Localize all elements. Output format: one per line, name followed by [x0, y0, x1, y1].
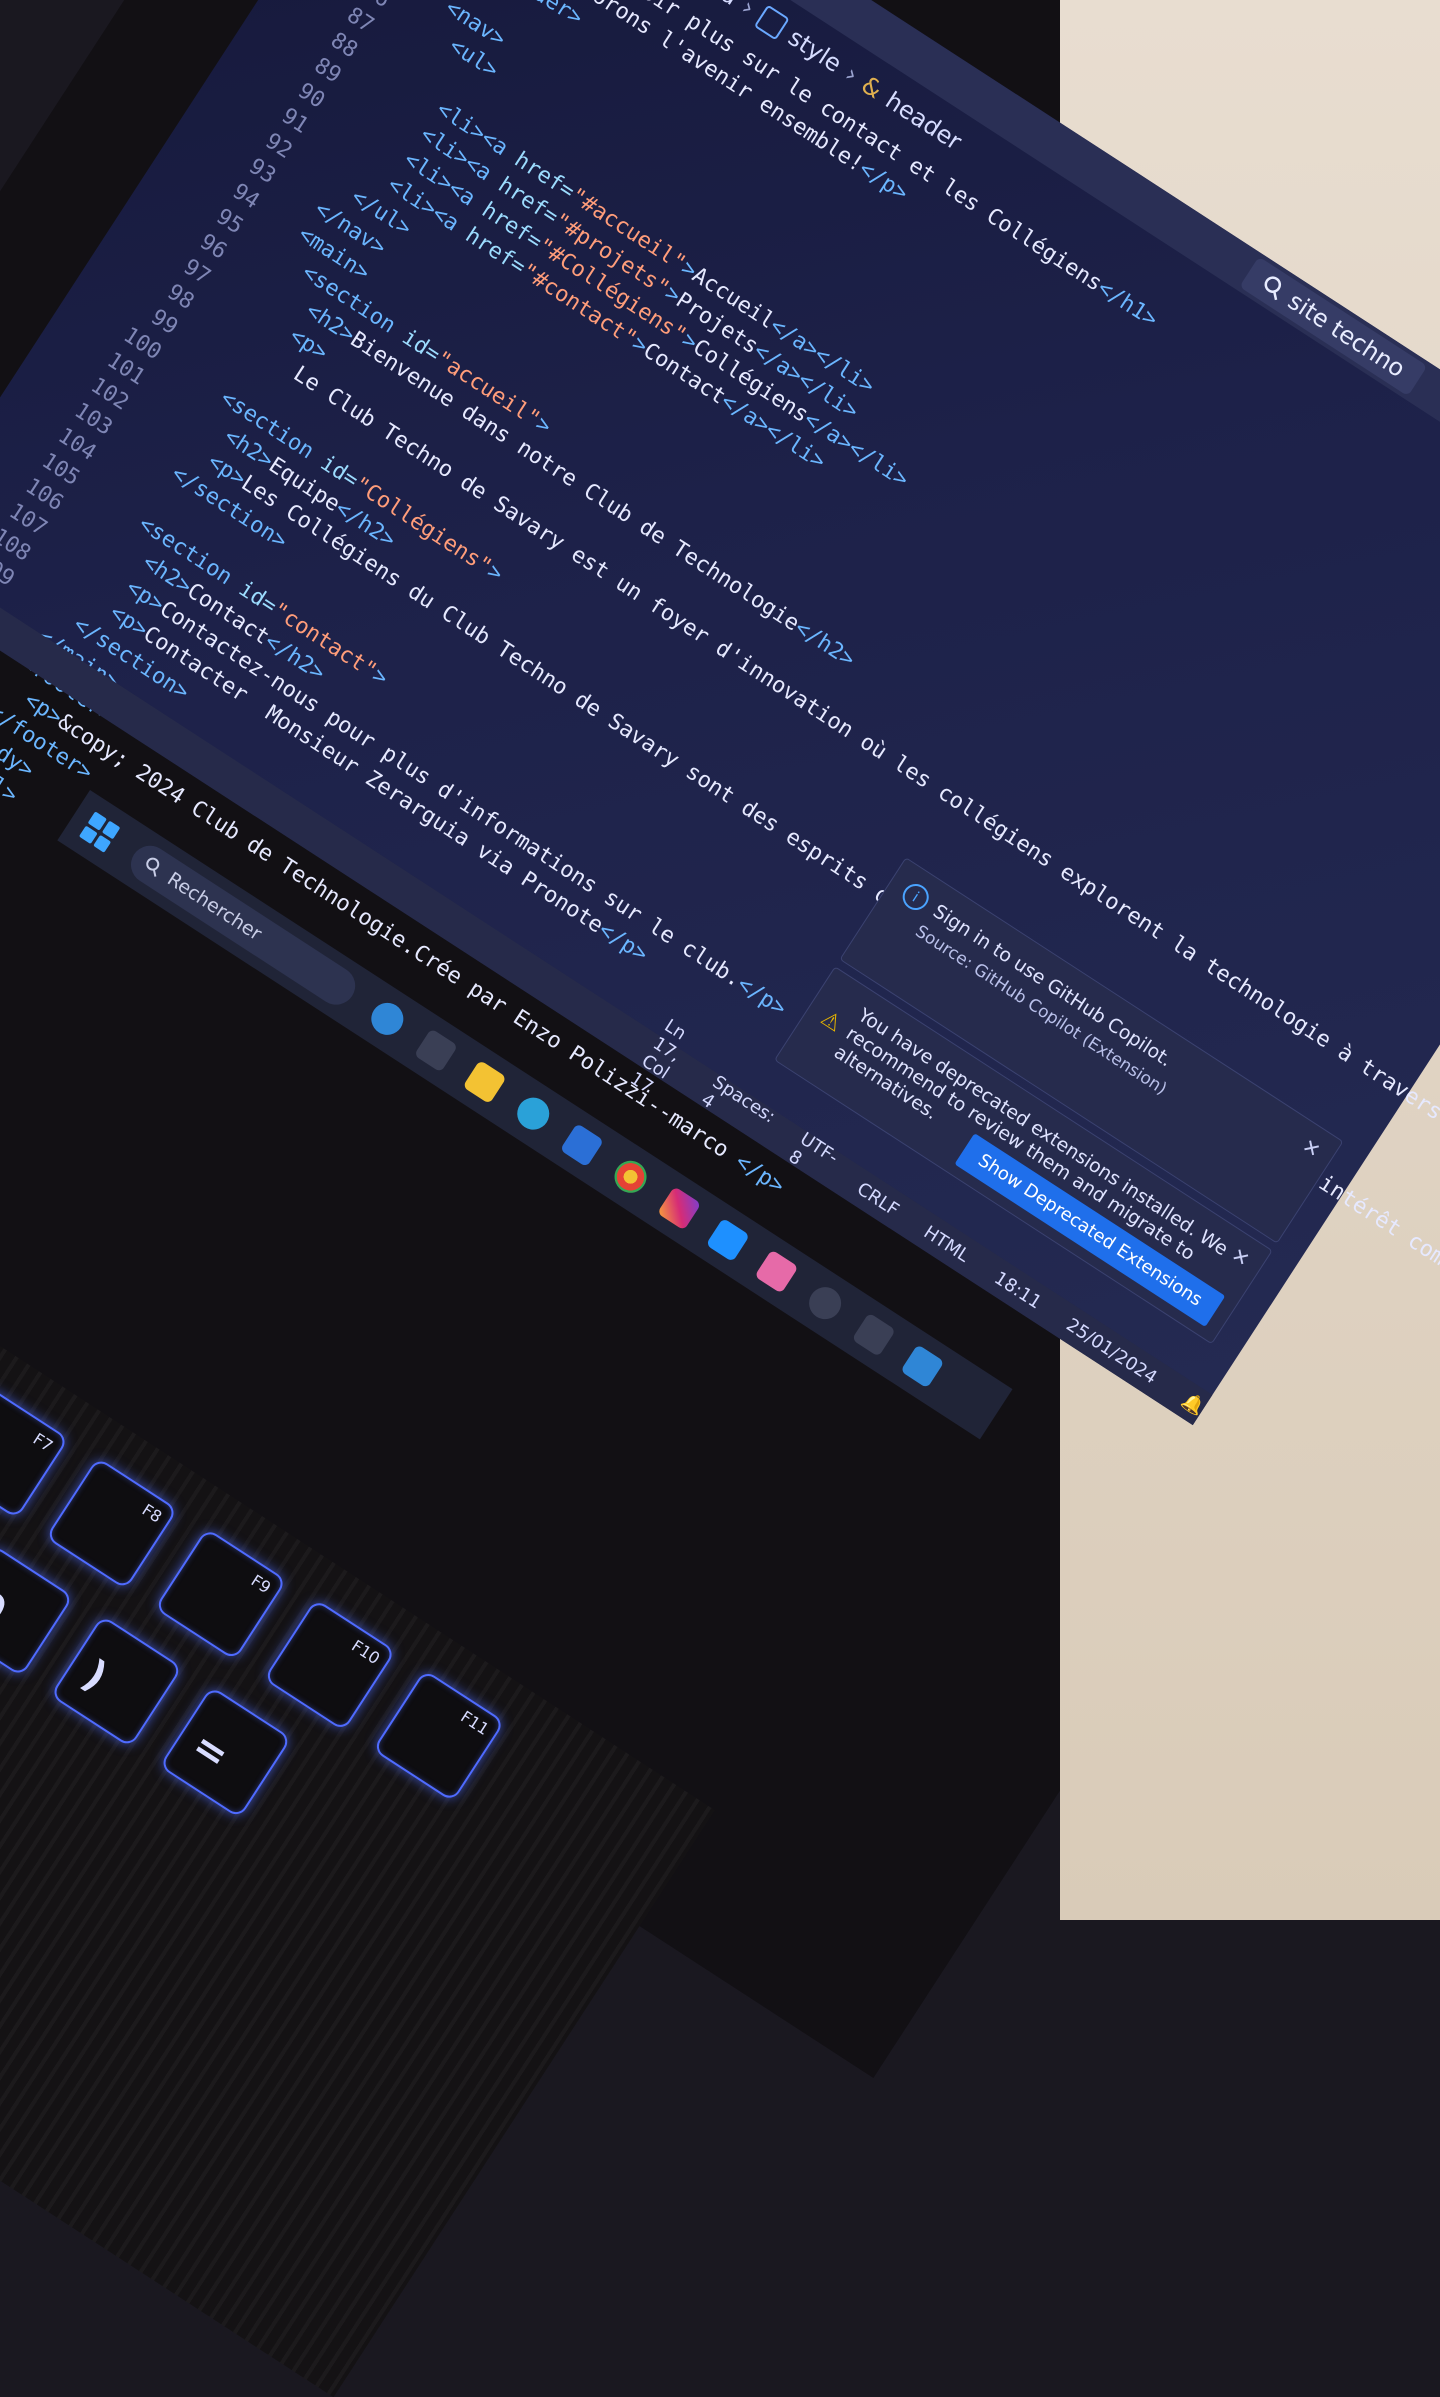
key-label: F8	[138, 1500, 166, 1527]
edge-browser-icon[interactable]	[511, 1091, 556, 1136]
key-label: F9	[247, 1570, 275, 1598]
copilot-app-icon[interactable]	[365, 996, 410, 1041]
search-icon	[1264, 276, 1281, 300]
chrome-browser-icon[interactable]	[608, 1154, 653, 1199]
task-view-icon[interactable]	[413, 1028, 459, 1073]
keyboard-key[interactable]: =	[158, 1685, 292, 1819]
chevron-right-icon: ›	[839, 59, 864, 89]
keyboard-key[interactable]: F7	[0, 1386, 70, 1520]
instagram-icon[interactable]	[657, 1186, 702, 1231]
keyboard-key[interactable]: F8	[45, 1457, 179, 1590]
windows-start-icon[interactable]	[78, 811, 121, 853]
key-label: F11	[457, 1706, 493, 1739]
key-label: F10	[348, 1636, 384, 1669]
keyboard-key[interactable]: F10	[263, 1598, 397, 1732]
keyboard-key[interactable]: )	[49, 1615, 183, 1748]
mail-icon[interactable]	[705, 1217, 750, 1263]
terminal-icon[interactable]	[851, 1312, 896, 1357]
search-icon	[146, 857, 160, 877]
key-label: 0	[0, 1580, 15, 1635]
selector-icon: &	[856, 70, 888, 105]
microsoft-store-icon[interactable]	[559, 1123, 605, 1168]
element-icon	[753, 4, 790, 41]
app-icon[interactable]	[754, 1249, 799, 1294]
file-explorer-icon[interactable]	[462, 1059, 507, 1105]
keyboard-key[interactable]: F9	[154, 1527, 288, 1661]
keyboard-key[interactable]: F11	[372, 1669, 506, 1803]
vscode-icon[interactable]	[900, 1344, 945, 1389]
key-label: F7	[29, 1429, 57, 1456]
cursor-position[interactable]: Ln 17, Col 17	[626, 1015, 703, 1106]
key-label: =	[183, 1722, 238, 1780]
chevron-right-icon: ›	[736, 0, 760, 22]
key-label: )	[74, 1651, 116, 1701]
headset-icon[interactable]	[802, 1281, 848, 1326]
warning-icon: ⚠	[816, 1005, 847, 1037]
keyboard-key[interactable]: 0	[0, 1544, 74, 1678]
